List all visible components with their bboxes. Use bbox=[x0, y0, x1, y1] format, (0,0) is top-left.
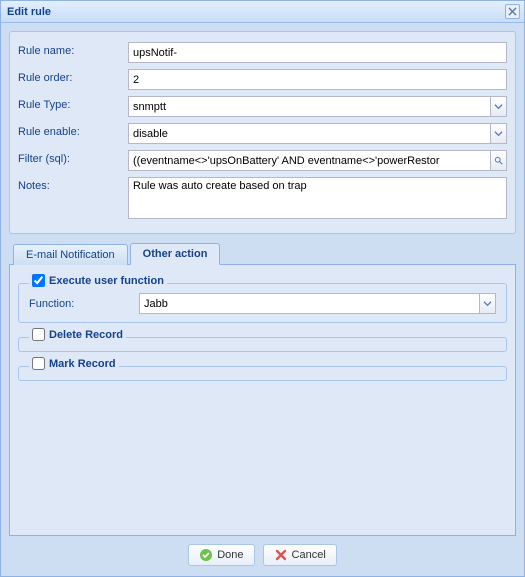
notes-textarea[interactable] bbox=[128, 177, 507, 219]
cancel-icon bbox=[274, 548, 288, 562]
filter-sql-input[interactable] bbox=[128, 150, 490, 171]
row-notes: Notes: bbox=[18, 177, 507, 219]
tab-email-notification[interactable]: E-mail Notification bbox=[13, 244, 128, 265]
rule-type-trigger[interactable] bbox=[490, 96, 507, 117]
dialog-title: Edit rule bbox=[7, 6, 505, 18]
cancel-button[interactable]: Cancel bbox=[263, 544, 337, 566]
label-rule-name: Rule name: bbox=[18, 42, 128, 57]
chevron-down-icon bbox=[483, 299, 492, 308]
titlebar: Edit rule bbox=[1, 1, 524, 23]
rule-enable-combo[interactable] bbox=[128, 123, 490, 144]
rule-order-input[interactable] bbox=[128, 69, 507, 90]
rule-enable-trigger[interactable] bbox=[490, 123, 507, 144]
dialog-body: Rule name: Rule order: Rule Type: Rule e… bbox=[1, 23, 524, 576]
done-button-label: Done bbox=[217, 549, 243, 561]
delete-record-legend: Delete Record bbox=[49, 329, 123, 341]
label-function: Function: bbox=[29, 298, 139, 310]
label-rule-enable: Rule enable: bbox=[18, 123, 128, 138]
filter-sql-search-trigger[interactable] bbox=[490, 150, 507, 171]
fieldset-mark-record: Mark Record bbox=[18, 366, 507, 381]
execute-user-function-legend: Execute user function bbox=[49, 275, 164, 287]
row-filter-sql: Filter (sql): bbox=[18, 150, 507, 171]
done-button[interactable]: Done bbox=[188, 544, 254, 566]
close-button[interactable] bbox=[505, 4, 520, 19]
search-icon bbox=[494, 156, 503, 165]
row-rule-name: Rule name: bbox=[18, 42, 507, 63]
cancel-button-label: Cancel bbox=[292, 549, 326, 561]
form-panel: Rule name: Rule order: Rule Type: Rule e… bbox=[9, 31, 516, 234]
tab-other-action[interactable]: Other action bbox=[130, 243, 221, 265]
mark-record-checkbox[interactable] bbox=[32, 357, 45, 370]
fieldset-execute-user-function: Execute user function Function: bbox=[18, 283, 507, 323]
chevron-down-icon bbox=[494, 102, 503, 111]
row-rule-enable: Rule enable: bbox=[18, 123, 507, 144]
close-icon bbox=[508, 7, 517, 16]
function-trigger[interactable] bbox=[479, 293, 496, 314]
delete-record-checkbox[interactable] bbox=[32, 328, 45, 341]
mark-record-legend: Mark Record bbox=[49, 358, 116, 370]
row-rule-type: Rule Type: bbox=[18, 96, 507, 117]
function-combo[interactable] bbox=[139, 293, 479, 314]
button-bar: Done Cancel bbox=[9, 536, 516, 568]
dialog-window: Edit rule Rule name: Rule order: Rule Ty… bbox=[0, 0, 525, 577]
tabstrip: E-mail Notification Other action bbox=[9, 242, 516, 265]
label-notes: Notes: bbox=[18, 177, 128, 192]
execute-user-function-checkbox[interactable] bbox=[32, 274, 45, 287]
rule-type-combo[interactable] bbox=[128, 96, 490, 117]
label-rule-order: Rule order: bbox=[18, 69, 128, 84]
row-rule-order: Rule order: bbox=[18, 69, 507, 90]
rule-name-input[interactable] bbox=[128, 42, 507, 63]
label-filter-sql: Filter (sql): bbox=[18, 150, 128, 165]
chevron-down-icon bbox=[494, 129, 503, 138]
fieldset-delete-record: Delete Record bbox=[18, 337, 507, 352]
row-function: Function: bbox=[29, 293, 496, 314]
label-rule-type: Rule Type: bbox=[18, 96, 128, 111]
check-icon bbox=[199, 548, 213, 562]
tab-body-other-action: Execute user function Function: Delete R… bbox=[9, 265, 516, 536]
